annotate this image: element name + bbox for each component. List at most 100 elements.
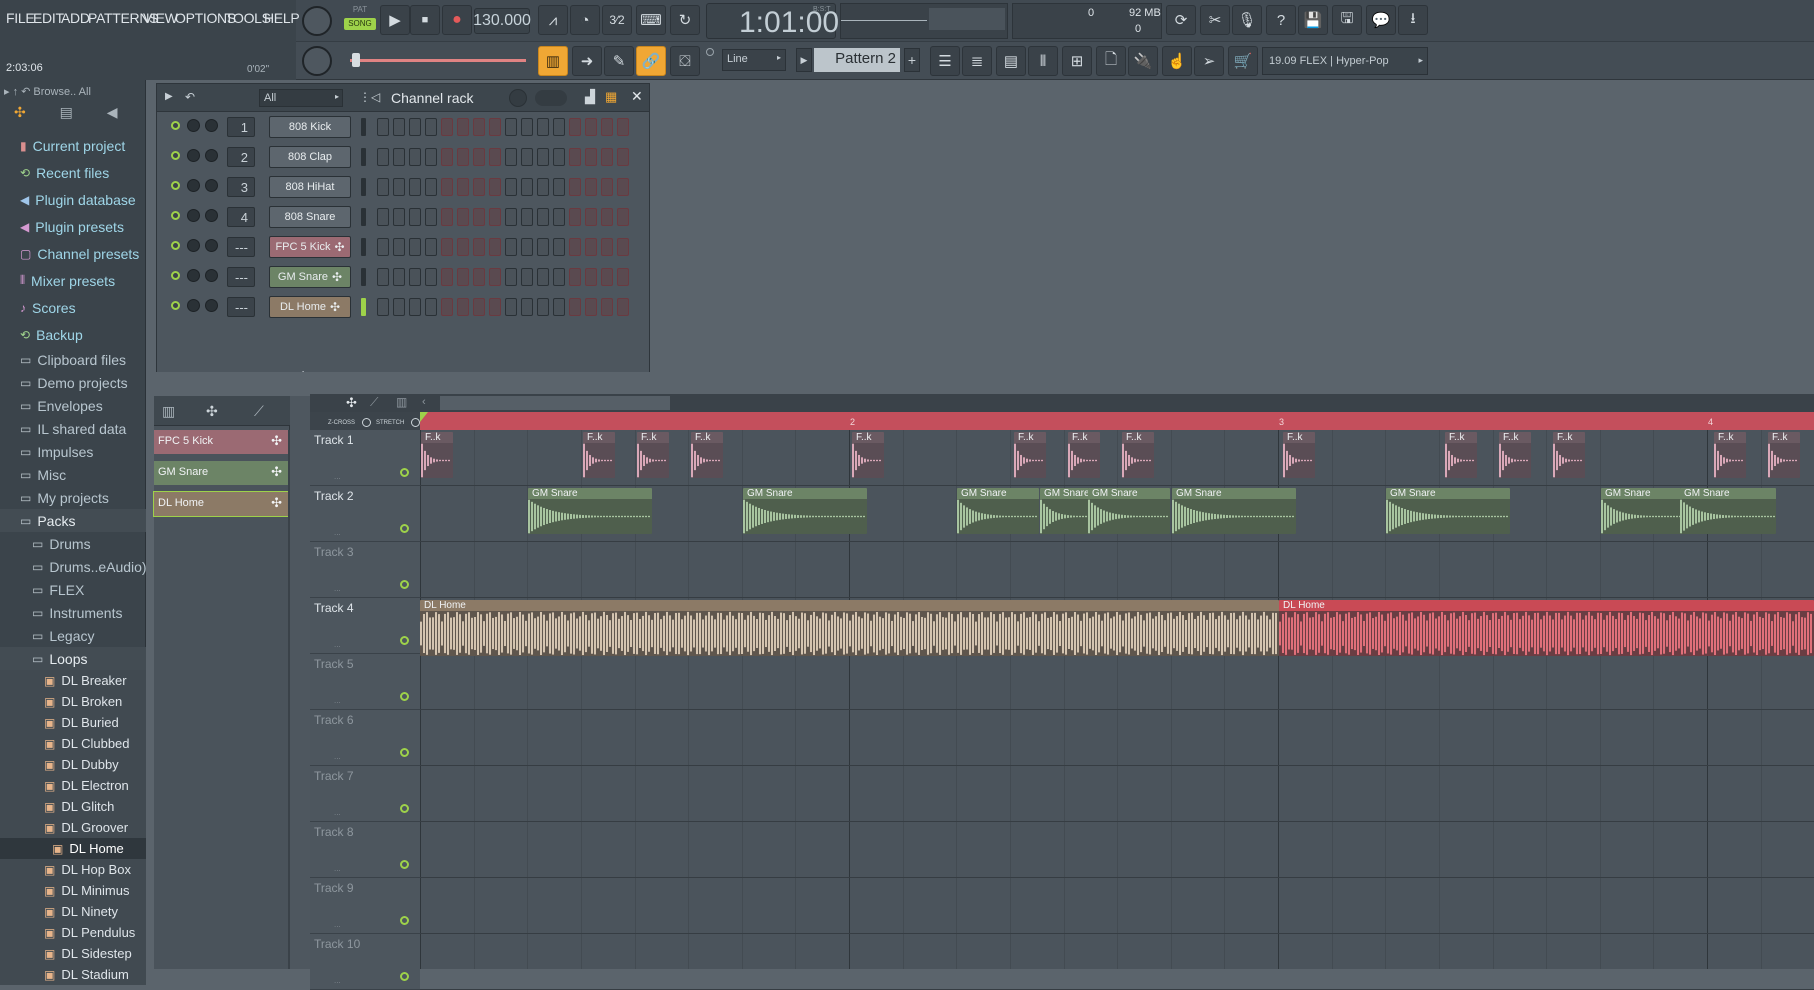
add-pattern-button[interactable]: +	[904, 48, 920, 72]
step-button[interactable]	[377, 238, 389, 256]
step-button[interactable]	[409, 268, 421, 286]
channel-volume-knob[interactable]	[187, 149, 200, 162]
browser-item[interactable]: ▭ My projects	[0, 486, 146, 509]
step-button[interactable]	[553, 238, 565, 256]
render-button[interactable]: ➢	[1194, 46, 1224, 76]
picker-clip[interactable]: FPC 5 Kick ✣	[154, 430, 288, 454]
swing-knob[interactable]	[509, 89, 527, 107]
step-button[interactable]	[617, 118, 629, 136]
step-button[interactable]	[441, 118, 453, 136]
tempo-tapper-button[interactable]: ☝	[1162, 46, 1192, 76]
step-button[interactable]	[425, 268, 437, 286]
channel-name-button[interactable]: 808 Clap	[269, 146, 351, 168]
pencil-button[interactable]: ✎	[604, 46, 634, 76]
browser-item[interactable]: ▭ Legacy	[0, 624, 146, 647]
step-button[interactable]	[553, 208, 565, 226]
playlist-clip[interactable]: DL Home	[1279, 600, 1814, 656]
step-button[interactable]	[473, 238, 485, 256]
save-as-button[interactable]: 🖫	[1332, 5, 1362, 35]
channel-pan-knob[interactable]	[205, 299, 218, 312]
timeline-ruler[interactable]: 2 3 4	[420, 412, 1814, 430]
metronome-button[interactable]: ⩘	[538, 5, 568, 35]
link-button[interactable]: 🔗	[636, 46, 666, 76]
playlist-clip[interactable]: F..k	[1014, 432, 1046, 478]
step-button[interactable]	[617, 268, 629, 286]
step-button[interactable]	[617, 178, 629, 196]
step-button[interactable]	[457, 238, 469, 256]
playlist-clip[interactable]: F..k	[1122, 432, 1154, 478]
nav-arrows-icon[interactable]: ▸ ↑ ↶	[4, 86, 33, 98]
pattern-prev-button[interactable]: ▶	[796, 48, 812, 72]
step-button[interactable]	[585, 178, 597, 196]
playlist-clip[interactable]: GM Snare	[1601, 488, 1683, 534]
playlist-clip[interactable]: F..k	[852, 432, 884, 478]
step-button[interactable]	[553, 178, 565, 196]
pat-song-toggle[interactable]: PAT SONG	[344, 5, 376, 35]
channel-pan-knob[interactable]	[205, 239, 218, 252]
browser-item[interactable]: ▣ DL Home	[0, 838, 146, 859]
track-mute-led[interactable]	[400, 916, 409, 925]
speaker-icon[interactable]: ◀	[107, 104, 118, 120]
main-volume-knob[interactable]	[302, 6, 332, 36]
track-mute-led[interactable]	[400, 524, 409, 533]
channel-mixer-track[interactable]: ---	[227, 297, 255, 317]
play-small-icon[interactable]: ▶	[165, 91, 173, 102]
step-button[interactable]	[569, 298, 581, 316]
playlist-clip[interactable]: F..k	[1553, 432, 1585, 478]
step-button[interactable]	[601, 118, 613, 136]
master-pitch-knob[interactable]	[302, 46, 332, 76]
step-button[interactable]	[473, 298, 485, 316]
channel-rack-button[interactable]: ▤	[996, 46, 1026, 76]
audio-clip-icon[interactable]: ✣	[346, 395, 357, 411]
piano-icon[interactable]: ▥	[396, 395, 407, 409]
step-button[interactable]	[537, 298, 549, 316]
step-button[interactable]	[409, 238, 421, 256]
channel-name-button[interactable]: 808 HiHat	[269, 176, 351, 198]
cut-button[interactable]: ✂	[1200, 5, 1230, 35]
channel-select-indicator[interactable]	[361, 298, 366, 316]
channel-mixer-track[interactable]: 2	[227, 147, 255, 167]
step-button[interactable]	[473, 268, 485, 286]
channel-volume-knob[interactable]	[187, 299, 200, 312]
channel-volume-knob[interactable]	[187, 239, 200, 252]
channel-mute-led[interactable]	[171, 241, 180, 250]
step-button[interactable]	[521, 208, 533, 226]
record-button[interactable]: ●	[442, 5, 472, 35]
save-button[interactable]: 💾	[1298, 5, 1328, 35]
channel-mixer-track[interactable]: ---	[227, 237, 255, 257]
channel-pan-knob[interactable]	[205, 209, 218, 222]
step-button[interactable]	[441, 268, 453, 286]
menu-dots-icon[interactable]: ⋮	[359, 90, 371, 104]
step-button[interactable]	[521, 148, 533, 166]
step-button[interactable]	[585, 268, 597, 286]
swing-display[interactable]	[535, 90, 567, 106]
step-button[interactable]	[601, 298, 613, 316]
browser-item[interactable]: ▣ DL Broken	[0, 691, 146, 712]
step-button[interactable]	[553, 298, 565, 316]
browser-item[interactable]: ♪ Scores	[0, 294, 146, 321]
channel-select-indicator[interactable]	[361, 208, 366, 226]
track-mute-led[interactable]	[400, 580, 409, 589]
channel-select-indicator[interactable]	[361, 178, 366, 196]
channel-mute-led[interactable]	[171, 301, 180, 310]
browser-item[interactable]: ▣ DL Electron	[0, 775, 146, 796]
step-button[interactable]	[553, 268, 565, 286]
step-button[interactable]	[393, 148, 405, 166]
step-button[interactable]	[505, 178, 517, 196]
channel-name-button[interactable]: DL Home ✣	[269, 296, 351, 318]
playlist-overview[interactable]	[440, 396, 670, 410]
step-button[interactable]	[489, 178, 501, 196]
step-button[interactable]	[457, 148, 469, 166]
browser-item[interactable]: ▣ DL Dubby	[0, 754, 146, 775]
channel-mixer-track[interactable]: 3	[227, 177, 255, 197]
step-button[interactable]	[521, 298, 533, 316]
step-button[interactable]	[425, 208, 437, 226]
step-button[interactable]	[473, 118, 485, 136]
menu-add[interactable]: ADD	[61, 10, 90, 26]
channel-volume-knob[interactable]	[187, 119, 200, 132]
piano-roll-button[interactable]: ≣	[962, 46, 992, 76]
track-mute-led[interactable]	[400, 804, 409, 813]
step-button[interactable]	[537, 148, 549, 166]
stop-button[interactable]: ■	[410, 5, 440, 35]
browser-item[interactable]: ◀ Plugin database	[0, 186, 146, 213]
